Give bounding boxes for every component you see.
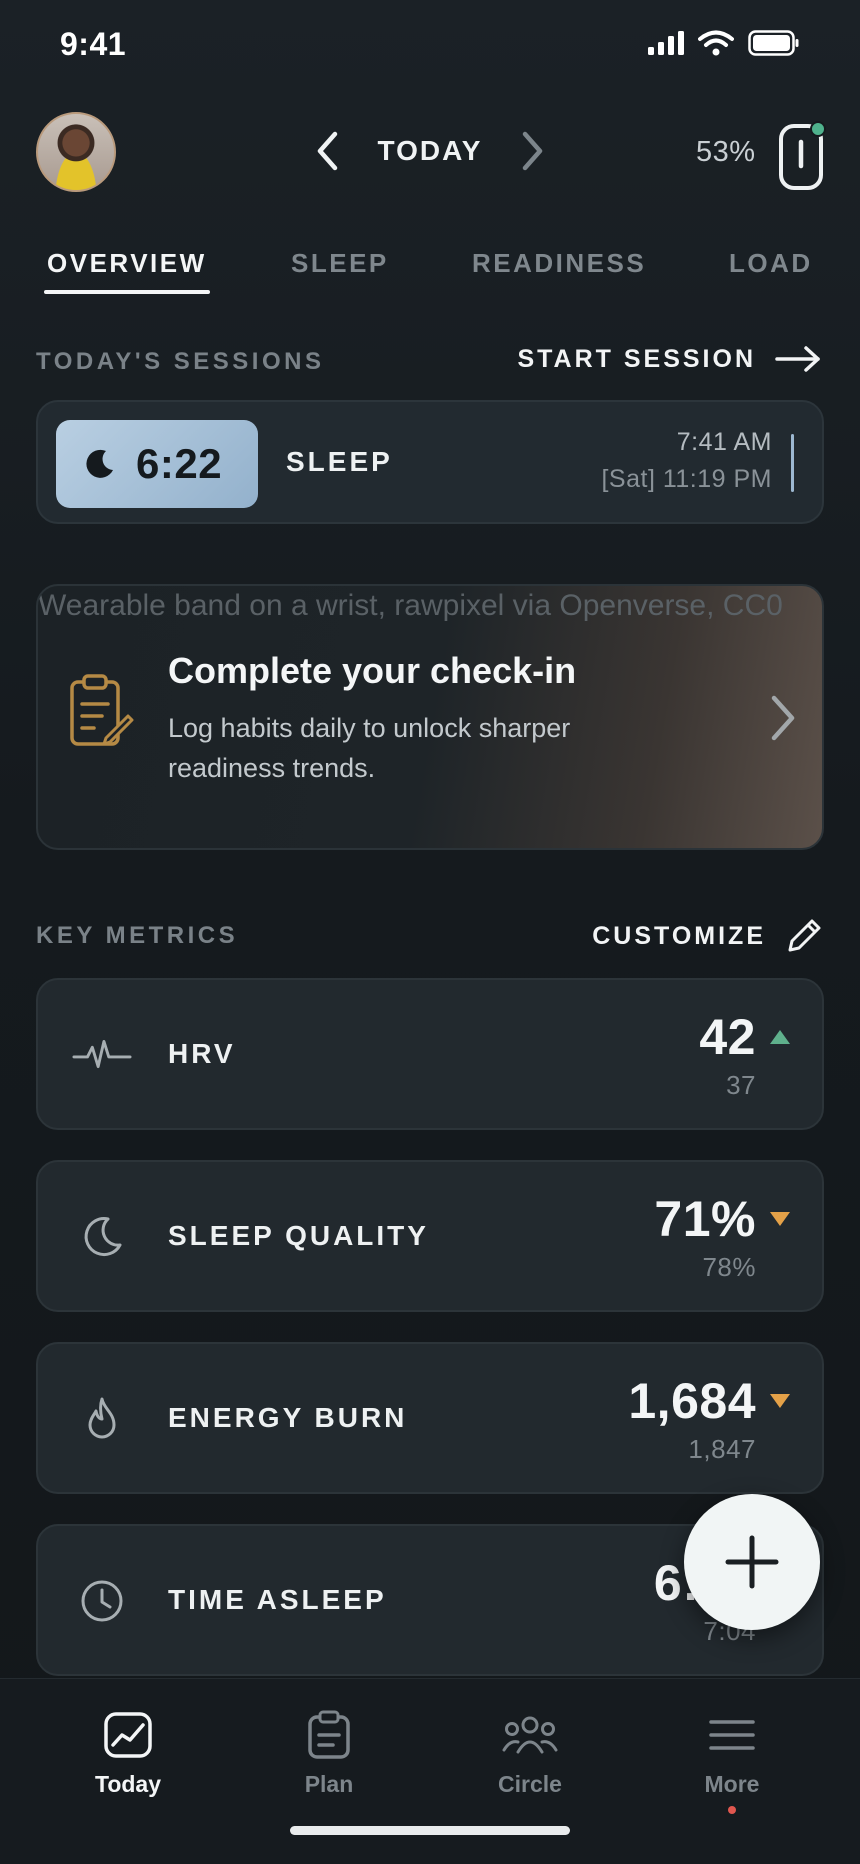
nav-label: Plan [304,1771,354,1797]
metric-baseline: 78% [702,1252,756,1282]
metric-label: SLEEP QUALITY [168,1220,429,1251]
home-indicator[interactable] [290,1826,570,1835]
metric-label: ENERGY BURN [168,1402,408,1433]
metric-label: TIME ASLEEP [168,1584,387,1615]
tab-load[interactable]: LOAD [729,248,813,279]
metric-value: 42 [699,1009,756,1065]
checkin-card[interactable]: Wearable band on a wrist, rawpixel via O… [36,584,824,850]
cellular-signal-icon [648,31,684,55]
next-day-button[interactable] [516,129,550,173]
session-duration-pill: 6:22 [56,420,258,508]
session-type: SLEEP [286,446,393,477]
tab-overview[interactable]: OVERVIEW [47,248,207,279]
session-accent-bar [791,434,794,492]
avatar[interactable] [36,112,116,192]
metric-values: 42 37 [699,1008,790,1101]
moon-icon [72,1212,132,1262]
session-start-time: [Sat] 11:19 PM [601,465,772,493]
session-card-sleep[interactable]: 6:22 SLEEP 7:41 AM [Sat] 11:19 PM [36,400,824,524]
menu-icon [704,1709,760,1761]
session-duration: 6:22 [136,440,223,487]
nav-item-circle[interactable]: Circle [450,1709,610,1798]
clipboard-icon [68,672,134,752]
wifi-icon [698,30,734,56]
chevron-right-icon [766,692,800,744]
start-session-button[interactable]: START SESSION [517,344,822,374]
chart-icon [100,1709,156,1761]
trend-up-icon [770,1030,790,1044]
checkin-title: Complete your check-in [168,650,577,691]
nav-label: Circle [498,1771,562,1797]
pencil-icon [788,919,821,952]
notification-dot [728,1806,736,1814]
chevron-right-icon [522,131,543,171]
app-screen: 9:41 TODAY 53% OVERVIEW SLEEP READINESS … [0,0,860,1864]
trend-down-icon [770,1212,790,1226]
checkin-description: Log habits daily to unlock sharper readi… [168,713,571,783]
bottom-nav: Today Plan Circle More [0,1678,860,1864]
metric-card-sleep-quality[interactable]: SLEEP QUALITY 71% 78% [36,1160,824,1312]
active-tab-indicator [44,290,210,294]
clipboard-icon [301,1709,357,1761]
start-session-label: START SESSION [517,344,756,373]
add-button[interactable] [684,1494,820,1630]
battery-status-icon [748,30,799,56]
customize-label: CUSTOMIZE [592,921,766,950]
nav-item-today[interactable]: Today [48,1709,208,1798]
nav-item-more[interactable]: More [652,1709,812,1814]
metric-values: 1,684 1,847 [628,1372,790,1465]
metric-baseline: 37 [726,1070,756,1100]
status-icons [648,30,800,56]
nav-label: Today [94,1771,162,1797]
metric-card-energy-burn[interactable]: ENERGY BURN 1,684 1,847 [36,1342,824,1494]
device-status-button[interactable] [778,120,826,192]
metric-value: 71% [654,1191,756,1247]
tab-bar: OVERVIEW SLEEP READINESS LOAD [0,240,860,300]
nav-item-plan[interactable]: Plan [249,1709,409,1798]
metric-value: 1,684 [628,1373,756,1429]
tab-sleep[interactable]: SLEEP [291,248,389,279]
trend-down-icon [770,1394,790,1408]
date-label: TODAY [377,135,483,166]
wearable-device-icon [779,121,826,190]
customize-button[interactable]: CUSTOMIZE [592,916,824,956]
status-bar: 9:41 [0,0,860,96]
session-times: 7:41 AM [Sat] 11:19 PM [601,428,772,494]
device-battery-percent: 53% [696,136,756,168]
checkin-image-alt-text: Wearable band on a wrist, rawpixel via O… [38,589,783,622]
moon-icon [86,449,113,478]
chevron-left-icon [317,131,338,171]
nav-label: More [704,1771,760,1797]
tab-readiness[interactable]: READINESS [472,248,646,279]
arrow-right-icon [775,346,820,372]
previous-day-button[interactable] [310,129,344,173]
status-time: 9:41 [60,26,127,62]
clock-icon [72,1576,132,1626]
metric-values: 71% 78% [654,1190,790,1283]
people-icon [502,1709,558,1761]
session-end-time: 7:41 AM [676,428,772,456]
flame-icon [72,1394,132,1444]
metric-card-hrv[interactable]: HRV 42 37 [36,978,824,1130]
metrics-section-title: KEY METRICS [36,922,239,949]
metric-baseline: 1,847 [688,1434,756,1464]
heartbeat-icon [72,1030,132,1080]
header: TODAY 53% [0,110,860,200]
plus-icon [725,1535,779,1589]
date-navigator: TODAY [310,126,550,176]
metric-label: HRV [168,1038,236,1069]
sessions-section-title: TODAY'S SESSIONS [36,348,325,375]
